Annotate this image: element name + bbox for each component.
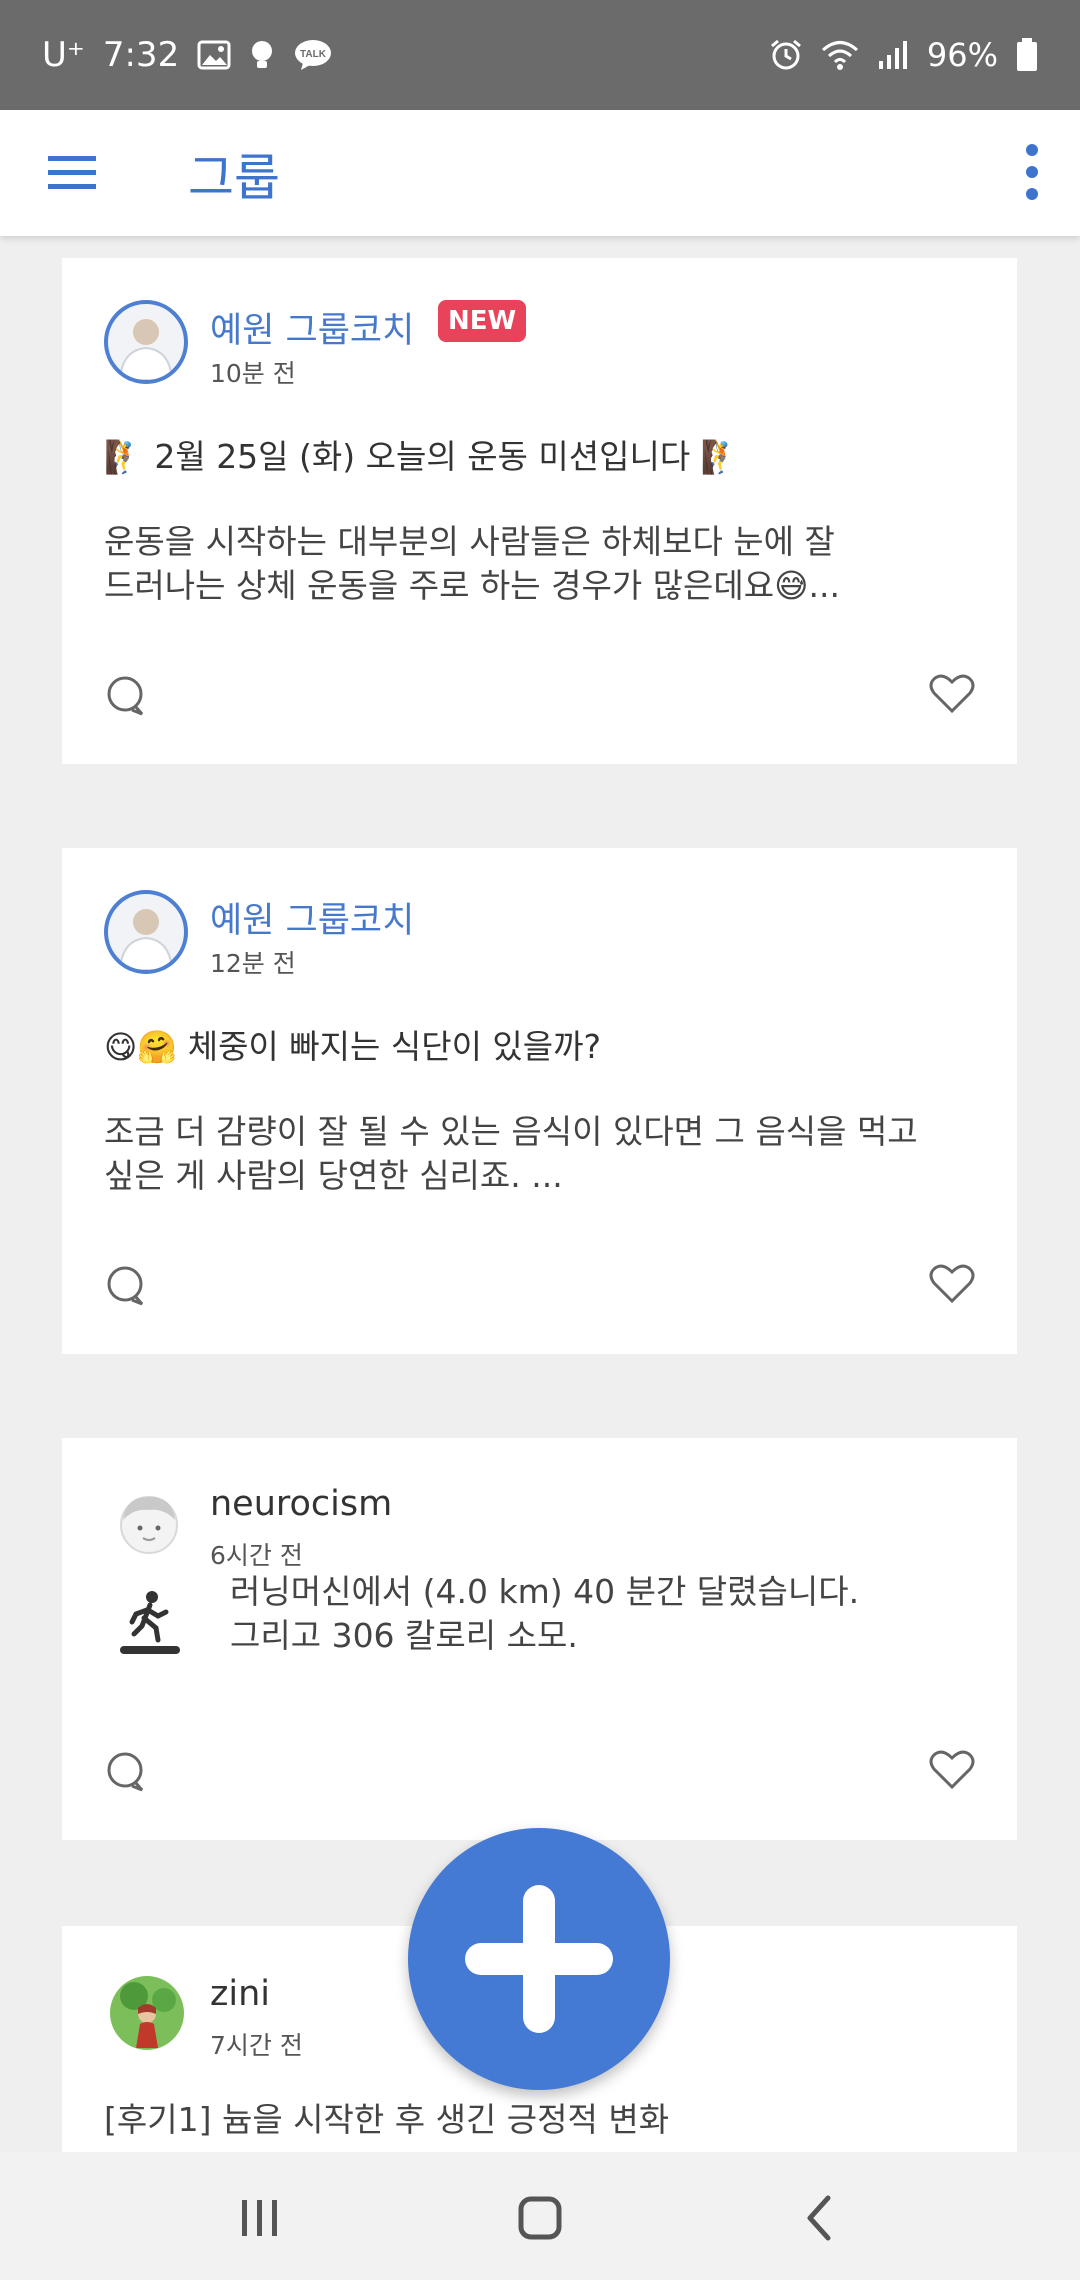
gallery-icon [197,40,231,70]
author-name[interactable]: 예원 그룹코치 [210,302,414,353]
excerpt-line: 싶은 게 사람의 당연한 심리죠. ... [104,1156,563,1195]
avatar[interactable] [114,1490,184,1560]
page-title: 그룹 [188,149,280,207]
avatar[interactable] [104,890,188,974]
post-excerpt: 운동을 시작하는 대부분의 사람들은 하체보다 눈에 잘 드러나는 상체 운동을… [104,520,984,608]
hamburger-menu-icon[interactable] [44,148,100,198]
post-time: 7시간 전 [210,2031,303,2060]
headline-text: 2월 25일 (화) 오늘의 운동 미션입니다 [154,437,691,476]
feed-card[interactable]: neurocism 6시간 전 러닝머신에서 (4.0 km) 40 분간 달렸… [62,1438,1017,1840]
post-excerpt: [후기1] 늄을 시작한 후 생긴 긍정적 변화 [104,2098,984,2142]
post-headline: 😋🤗 체중이 빠지는 식단이 있을까? [104,1020,601,1068]
post-time: 12분 전 [210,949,296,978]
post-excerpt: 조금 더 감량이 잘 될 수 있는 음식이 있다면 그 음식을 먹고 싶은 게 … [104,1110,984,1198]
headline-text: 체중이 빠지는 식단이 있을까? [187,1027,602,1066]
recent-apps-icon[interactable] [230,2188,290,2248]
status-time: 7:32 [102,35,180,75]
excerpt-line: [후기1] 늄을 시작한 후 생긴 긍정적 변화 [104,2100,670,2139]
system-nav-bar [0,2152,1080,2280]
author-name[interactable]: zini [210,1974,270,2014]
heart-icon[interactable] [929,1748,975,1790]
status-bar: U⁺ 7:32 TALK 96% [0,0,1080,110]
back-icon[interactable] [790,2188,850,2248]
activity-line: 러닝머신에서 (4.0 km) 40 분간 달렸습니다. [230,1572,860,1611]
comment-icon[interactable] [104,674,148,718]
post-headline: 🧗 2월 25일 (화) 오늘의 운동 미션입니다 🧗 [104,430,741,478]
kakaotalk-icon: TALK [293,39,333,71]
carrier-label: U⁺ [42,35,85,75]
kakaotalk-label: TALK [300,49,327,60]
feed-card[interactable]: 예원 그룹코치 12분 전 😋🤗 체중이 빠지는 식단이 있을까? 조금 더 감… [62,848,1017,1354]
new-badge: NEW [438,300,527,342]
bulb-icon [249,39,275,71]
signal-icon [877,39,909,71]
activity-line: 그리고 306 칼로리 소모. [230,1616,578,1655]
treadmill-running-icon [114,1588,184,1658]
wifi-icon [821,39,859,71]
heart-icon[interactable] [929,1262,975,1304]
more-vert-icon[interactable] [1012,140,1052,206]
climbing-emoji-icon: 🧗 [700,438,741,476]
app-bar: 그룹 [0,110,1080,236]
battery-icon [1016,38,1038,72]
avatar[interactable] [108,1974,186,2052]
add-post-button[interactable] [408,1828,670,2090]
alarm-icon [769,38,803,72]
comment-icon[interactable] [104,1750,148,1794]
post-time: 6시간 전 [210,1541,303,1570]
home-icon[interactable] [510,2188,570,2248]
avatar[interactable] [104,300,188,384]
excerpt-line: 운동을 시작하는 대부분의 사람들은 하체보다 눈에 잘 [104,522,835,561]
battery-percent: 96% [926,36,998,74]
heart-icon[interactable] [929,672,975,714]
author-name[interactable]: 예원 그룹코치 [210,892,414,943]
yum-hug-emoji-icon: 😋🤗 [104,1028,178,1066]
post-time: 10분 전 [210,359,296,388]
climbing-emoji-icon: 🧗 [104,438,144,476]
author-name[interactable]: neurocism [210,1484,392,1524]
comment-icon[interactable] [104,1264,148,1308]
excerpt-line: 드러나는 상체 운동을 주로 하는 경우가 많은데요😅... [104,566,841,605]
feed-card[interactable]: 예원 그룹코치 NEW 10분 전 🧗 2월 25일 (화) 오늘의 운동 미션… [62,258,1017,764]
activity-summary: 러닝머신에서 (4.0 km) 40 분간 달렸습니다. 그리고 306 칼로리… [230,1570,990,1658]
excerpt-line: 조금 더 감량이 잘 될 수 있는 음식이 있다면 그 음식을 먹고 [104,1112,918,1151]
plus-icon [465,1885,613,2033]
